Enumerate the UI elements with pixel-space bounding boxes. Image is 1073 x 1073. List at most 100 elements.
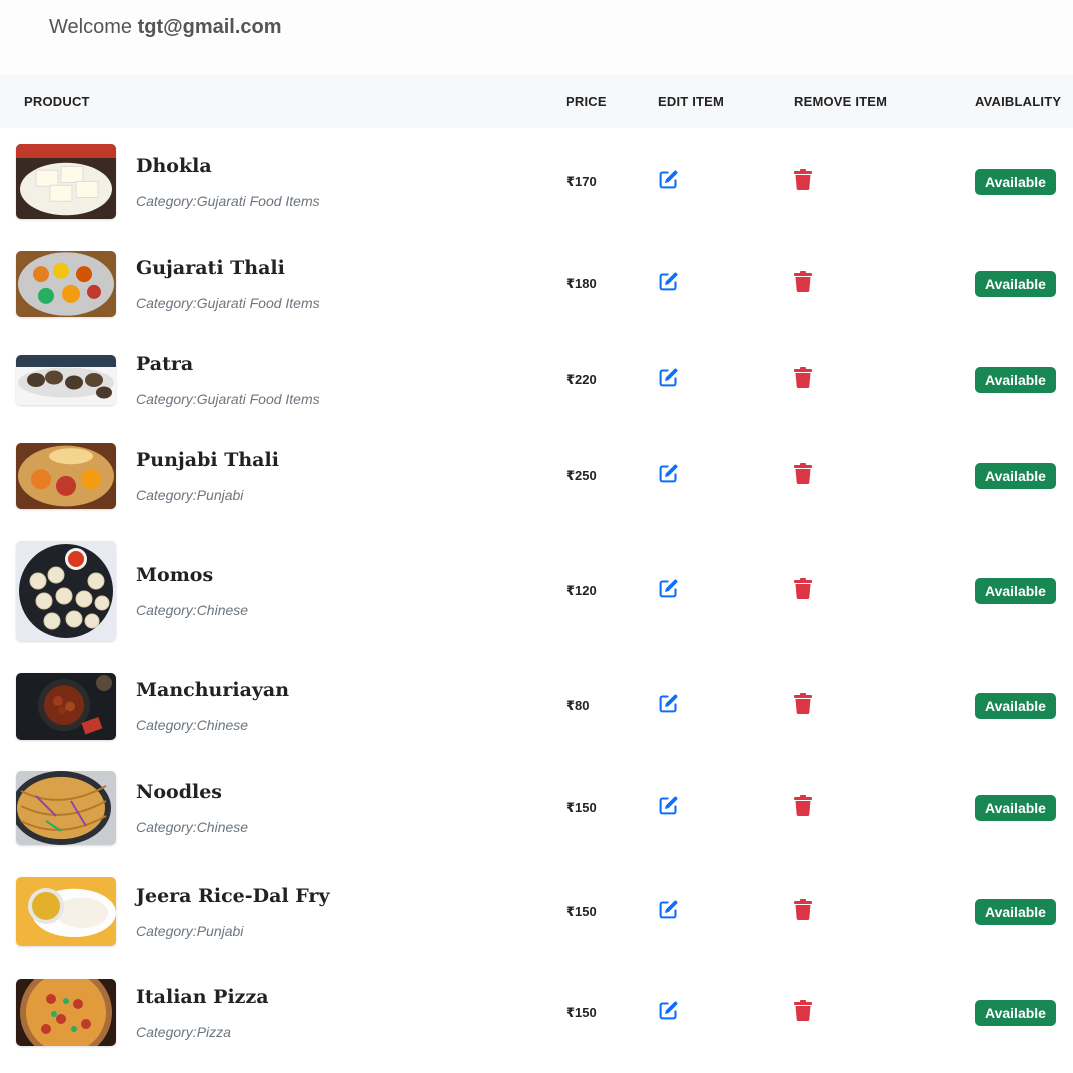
availability-badge[interactable]: Available — [975, 168, 1056, 195]
product-category: Category:Chinese — [136, 601, 249, 618]
product-price: ₹150 — [566, 799, 597, 815]
availability-badge[interactable]: Available — [975, 898, 1056, 925]
availability-cell: Available — [975, 860, 1073, 963]
product-category: Category:Pizza — [136, 1023, 231, 1040]
edit-icon[interactable] — [658, 463, 679, 484]
trash-icon[interactable] — [794, 270, 812, 292]
remove-cell — [794, 755, 975, 860]
trash-icon[interactable] — [794, 577, 812, 599]
table-row: Italian Pizza Category:Pizza ₹150 Availa… — [0, 963, 1073, 1062]
availability-badge[interactable]: Available — [975, 999, 1056, 1026]
trash-icon[interactable] — [794, 693, 812, 714]
welcome-prefix: Welcome — [49, 16, 132, 38]
remove-cell — [794, 332, 975, 427]
price-cell: ₹180 — [566, 235, 658, 332]
price-cell: ₹170 — [566, 128, 658, 235]
availability-cell: Available — [975, 427, 1073, 524]
remove-cell — [794, 657, 975, 755]
product-price: ₹120 — [566, 582, 597, 598]
remove-cell — [794, 235, 975, 332]
product-price: ₹220 — [566, 371, 597, 387]
price-cell: ₹80 — [566, 657, 658, 755]
column-header-edit: EDIT ITEM — [658, 94, 725, 109]
product-name: Manchuriayan — [136, 679, 290, 701]
edit-cell — [658, 755, 794, 860]
product-price: ₹150 — [566, 1004, 597, 1020]
product-name: Patra — [136, 352, 194, 375]
product-name: Dhokla — [136, 154, 212, 177]
trash-icon[interactable] — [794, 898, 812, 920]
product-name: Punjabi Thali — [136, 448, 279, 471]
product-cell: Patra Category:Gujarati Food Items — [0, 332, 566, 427]
table-header-row: PRODUCT PRICE EDIT ITEM REMOVE ITEM AVAI… — [0, 75, 1073, 128]
table-row: Manchuriayan Category:Chinese ₹80 Availa… — [0, 657, 1073, 755]
product-name: Noodles — [136, 780, 223, 803]
availability-cell: Available — [975, 755, 1073, 860]
edit-cell — [658, 427, 794, 524]
availability-badge[interactable]: Available — [975, 794, 1056, 821]
edit-icon[interactable] — [658, 578, 679, 599]
table-row: Noodles Category:Chinese ₹150 Available — [0, 755, 1073, 860]
product-name: Momos — [136, 563, 214, 586]
edit-cell — [658, 235, 794, 332]
product-category: Category:Chinese — [136, 818, 249, 835]
edit-icon[interactable] — [658, 693, 679, 714]
availability-badge[interactable]: Available — [975, 270, 1056, 297]
price-cell: ₹150 — [566, 963, 658, 1062]
jeera-rice-image — [16, 877, 116, 946]
trash-icon[interactable] — [794, 366, 812, 388]
punjabi-thali-image — [16, 442, 116, 509]
edit-cell — [658, 963, 794, 1062]
manchurian-image — [16, 672, 116, 740]
column-header-price: PRICE — [566, 94, 607, 109]
remove-cell — [794, 860, 975, 963]
product-category: Category:Punjabi — [136, 486, 244, 503]
availability-cell: Available — [975, 128, 1073, 235]
trash-icon[interactable] — [794, 794, 812, 816]
product-price: ₹80 — [566, 698, 590, 713]
product-cell: Dhokla Category:Gujarati Food Items — [0, 128, 566, 235]
availability-badge[interactable]: Available — [975, 577, 1056, 604]
product-table: PRODUCT PRICE EDIT ITEM REMOVE ITEM AVAI… — [0, 75, 1073, 1062]
user-email: tgt@gmail.com — [137, 16, 282, 38]
product-cell: Jeera Rice-Dal Fry Category:Punjabi — [0, 860, 566, 963]
product-price: ₹150 — [566, 903, 597, 919]
trash-icon[interactable] — [794, 462, 812, 484]
product-cell: Punjabi Thali Category:Punjabi — [0, 427, 566, 524]
availability-cell: Available — [975, 332, 1073, 427]
edit-icon[interactable] — [658, 1000, 679, 1021]
availability-badge[interactable]: Available — [975, 693, 1056, 719]
price-cell: ₹220 — [566, 332, 658, 427]
product-name: Gujarati Thali — [136, 256, 285, 279]
remove-cell — [794, 963, 975, 1062]
availability-badge[interactable]: Available — [975, 462, 1056, 489]
welcome-bar: Welcome tgt@gmail.com — [0, 0, 1073, 75]
availability-cell: Available — [975, 235, 1073, 332]
trash-icon[interactable] — [794, 168, 812, 190]
product-price: ₹180 — [566, 275, 597, 291]
gujarati-thali-image — [16, 250, 116, 317]
product-category: Category:Gujarati Food Items — [136, 294, 320, 311]
trash-icon[interactable] — [794, 999, 812, 1021]
product-cell: Italian Pizza Category:Pizza — [0, 963, 566, 1062]
availability-badge[interactable]: Available — [975, 366, 1056, 393]
momos-image — [16, 540, 116, 641]
edit-icon[interactable] — [658, 899, 679, 920]
edit-icon[interactable] — [658, 795, 679, 816]
price-cell: ₹120 — [566, 524, 658, 657]
edit-icon[interactable] — [658, 169, 679, 190]
availability-cell: Available — [975, 524, 1073, 657]
edit-icon[interactable] — [658, 271, 679, 292]
product-price: ₹250 — [566, 467, 597, 483]
product-name: Italian Pizza — [136, 985, 269, 1008]
edit-icon[interactable] — [658, 367, 679, 388]
product-category: Category:Gujarati Food Items — [136, 192, 320, 209]
availability-cell: Available — [975, 963, 1073, 1062]
table-row: Gujarati Thali Category:Gujarati Food It… — [0, 235, 1073, 332]
product-category: Category:Punjabi — [136, 922, 244, 939]
table-row: Dhokla Category:Gujarati Food Items ₹170… — [0, 128, 1073, 235]
table-row: Jeera Rice-Dal Fry Category:Punjabi ₹150… — [0, 860, 1073, 963]
remove-cell — [794, 524, 975, 657]
product-cell: Gujarati Thali Category:Gujarati Food It… — [0, 235, 566, 332]
product-price: ₹170 — [566, 173, 597, 189]
